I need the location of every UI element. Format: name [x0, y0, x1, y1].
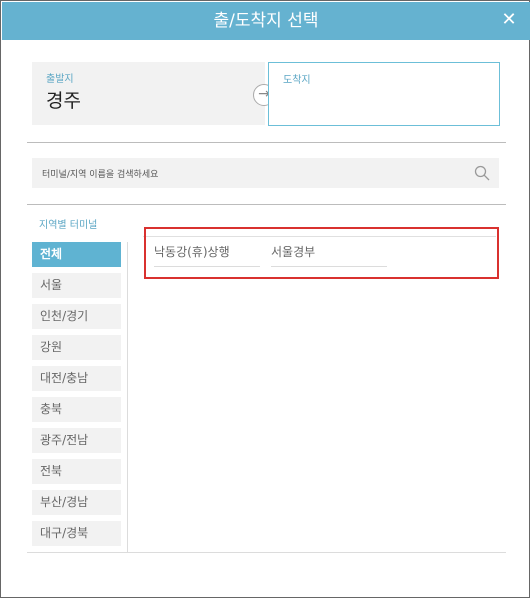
close-icon[interactable]: ✕ [498, 9, 520, 31]
search-placeholder: 터미널/지역 이름을 검색하세요 [42, 170, 159, 180]
region-section-label: 지역별 터미널 [39, 220, 98, 231]
divider [27, 142, 506, 143]
dialog-header: 출/도착지 선택 ✕ [2, 2, 530, 40]
divider [27, 204, 506, 205]
region-item-busan-gyeongnam[interactable]: 부산/경남 [32, 490, 121, 515]
search-icon[interactable] [474, 165, 490, 181]
terminal-item[interactable]: 서울경부 [271, 237, 387, 267]
arrival-label: 도착지 [283, 75, 311, 86]
region-item-seoul[interactable]: 서울 [32, 273, 121, 298]
region-item-all[interactable]: 전체 [32, 242, 121, 267]
region-item-chungbuk[interactable]: 충북 [32, 397, 121, 422]
region-item-jeonbuk[interactable]: 전북 [32, 459, 121, 484]
divider [27, 552, 506, 553]
departure-label: 출발지 [46, 74, 74, 85]
region-item-daegu-gyeongbuk[interactable]: 대구/경북 [32, 521, 121, 546]
terminal-select-dialog: 출/도착지 선택 ✕ 출발지 경주 → 도착지 터미널/지역 이름을 검색하세요… [0, 0, 530, 598]
departure-box[interactable]: 출발지 경주 [32, 62, 265, 125]
departure-value: 경주 [46, 90, 81, 112]
region-item-incheon-gyeonggi[interactable]: 인천/경기 [32, 304, 121, 329]
region-item-gwangju-jeonnam[interactable]: 광주/전남 [32, 428, 121, 453]
region-item-daejeon-chungnam[interactable]: 대전/충남 [32, 366, 121, 391]
terminal-item[interactable]: 낙동강(휴)상행 [154, 237, 260, 267]
dialog-title: 출/도착지 선택 [213, 11, 319, 31]
region-list: 전체 서울 인천/경기 강원 대전/충남 충북 광주/전남 전북 부산/경남 대… [32, 242, 128, 552]
search-input[interactable]: 터미널/지역 이름을 검색하세요 [32, 158, 499, 188]
arrival-box[interactable]: 도착지 [268, 62, 500, 126]
region-item-gangwon[interactable]: 강원 [32, 335, 121, 360]
